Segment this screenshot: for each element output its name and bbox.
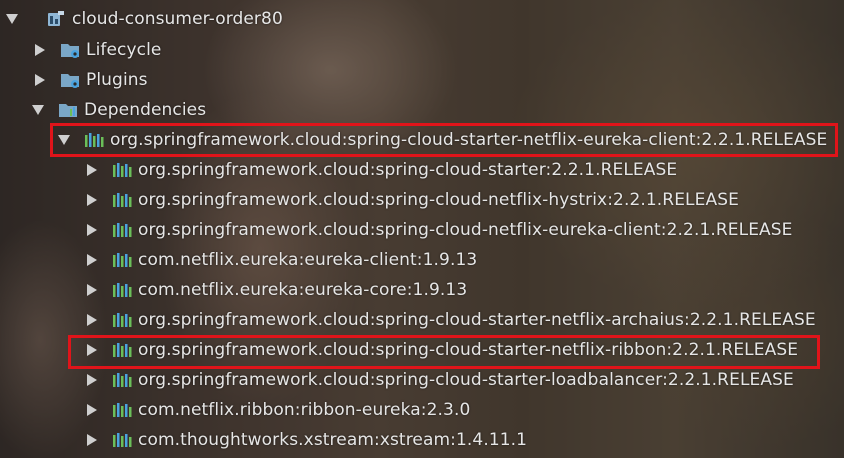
library-bars-icon bbox=[112, 401, 134, 419]
dependency-label: com.thoughtworks.xstream:xstream:1.4.11.… bbox=[138, 430, 528, 450]
chevron-right-icon[interactable] bbox=[86, 433, 98, 447]
dependency-label: com.netflix.eureka:eureka-client:1.9.13 bbox=[138, 250, 478, 270]
tree-node-dependency[interactable]: org.springframework.cloud:spring-cloud-s… bbox=[0, 155, 844, 185]
maven-project-tree: cloud-consumer-order80 Lifecycle Plugins… bbox=[0, 0, 844, 458]
tree-node-dependency[interactable]: org.springframework.cloud:spring-cloud-s… bbox=[0, 305, 844, 335]
dependencies-folder-icon bbox=[58, 101, 80, 119]
plugins-folder-gear-icon bbox=[60, 71, 82, 89]
highlight-box-netflix-ribbon bbox=[68, 335, 820, 369]
tree-node-dependency[interactable]: com.thoughtworks.xstream:xstream:1.4.11.… bbox=[0, 425, 844, 455]
tree-node-dependency[interactable]: org.springframework.cloud:spring-cloud-s… bbox=[0, 365, 844, 395]
plugins-label: Plugins bbox=[86, 70, 148, 90]
chevron-right-icon[interactable] bbox=[86, 313, 98, 327]
chevron-right-icon[interactable] bbox=[86, 193, 98, 207]
library-bars-icon bbox=[112, 251, 134, 269]
dependency-label: org.springframework.cloud:spring-cloud-n… bbox=[138, 190, 739, 210]
lifecycle-folder-gear-icon bbox=[60, 41, 82, 59]
library-bars-icon bbox=[112, 161, 134, 179]
library-bars-icon bbox=[112, 191, 134, 209]
dependency-label: org.springframework.cloud:spring-cloud-s… bbox=[138, 370, 794, 390]
dependency-label: com.netflix.eureka:eureka-core:1.9.13 bbox=[138, 280, 468, 300]
chevron-right-icon[interactable] bbox=[86, 223, 98, 237]
library-bars-icon bbox=[112, 221, 134, 239]
library-bars-icon bbox=[112, 371, 134, 389]
tree-node-dependency[interactable]: com.netflix.eureka:eureka-client:1.9.13 bbox=[0, 245, 844, 275]
dependencies-label: Dependencies bbox=[84, 100, 207, 120]
dependency-label: org.springframework.cloud:spring-cloud-n… bbox=[138, 220, 793, 240]
library-bars-icon bbox=[112, 431, 134, 449]
dependency-label: com.netflix.ribbon:ribbon-eureka:2.3.0 bbox=[138, 400, 471, 420]
chevron-down-icon[interactable] bbox=[6, 12, 18, 26]
chevron-right-icon[interactable] bbox=[86, 253, 98, 267]
tree-node-dependencies[interactable]: Dependencies bbox=[0, 95, 844, 125]
chevron-down-icon[interactable] bbox=[32, 103, 44, 117]
tree-node-lifecycle[interactable]: Lifecycle bbox=[0, 35, 844, 65]
tree-node-root-module[interactable]: cloud-consumer-order80 bbox=[0, 4, 844, 34]
tree-node-dependency[interactable]: org.springframework.cloud:spring-cloud-n… bbox=[0, 215, 844, 245]
chevron-right-icon[interactable] bbox=[34, 43, 46, 57]
chevron-right-icon[interactable] bbox=[86, 403, 98, 417]
dependency-label: org.springframework.cloud:spring-cloud-s… bbox=[138, 310, 816, 330]
lifecycle-label: Lifecycle bbox=[86, 40, 162, 60]
chevron-right-icon[interactable] bbox=[34, 73, 46, 87]
tree-node-plugins[interactable]: Plugins bbox=[0, 65, 844, 95]
tree-node-dependency[interactable]: org.springframework.cloud:spring-cloud-n… bbox=[0, 185, 844, 215]
root-module-label: cloud-consumer-order80 bbox=[72, 9, 283, 29]
maven-module-icon bbox=[46, 10, 68, 28]
tree-node-dependency[interactable]: com.netflix.eureka:eureka-core:1.9.13 bbox=[0, 275, 844, 305]
highlight-box-eureka-client bbox=[50, 123, 838, 157]
dependency-label: org.springframework.cloud:spring-cloud-s… bbox=[138, 160, 678, 180]
library-bars-icon bbox=[112, 311, 134, 329]
chevron-right-icon[interactable] bbox=[86, 283, 98, 297]
chevron-right-icon[interactable] bbox=[86, 163, 98, 177]
library-bars-icon bbox=[112, 281, 134, 299]
chevron-right-icon[interactable] bbox=[86, 373, 98, 387]
tree-node-dependency[interactable]: com.netflix.ribbon:ribbon-eureka:2.3.0 bbox=[0, 395, 844, 425]
